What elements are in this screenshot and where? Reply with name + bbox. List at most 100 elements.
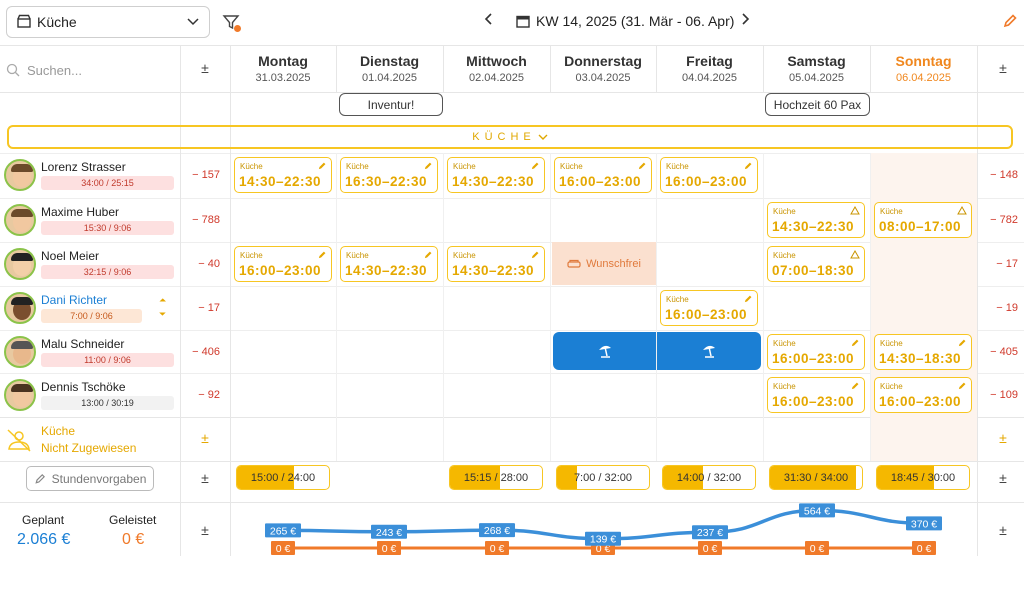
pencil-icon[interactable]	[423, 161, 433, 173]
collapse-all-button[interactable]: ±	[195, 60, 215, 76]
employee-row[interactable]: Maxime Huber 15:30 / 9:06	[0, 198, 180, 242]
pencil-icon[interactable]	[743, 294, 753, 306]
event-inventur[interactable]: Inventur!	[339, 93, 443, 116]
reorder-arrows-icon[interactable]: ⏶ ⏷	[159, 293, 166, 321]
shift-card[interactable]: Küche 16:00–23:00	[660, 290, 758, 326]
location-select[interactable]: Küche	[6, 6, 210, 38]
shift-card[interactable]: Küche 16:00–23:00	[874, 377, 972, 413]
shift-card[interactable]: Küche 07:00–18:30	[767, 246, 865, 282]
day-header-tuesday: Dienstag 01.04.2025	[359, 53, 420, 84]
day-header-friday: Freitag 04.04.2025	[681, 53, 738, 84]
shift-card[interactable]: Küche 14:30–22:30	[767, 202, 865, 238]
pencil-icon[interactable]	[850, 338, 860, 350]
department-toggle[interactable]: KÜCHE	[7, 125, 1013, 149]
data-label: 243 €	[371, 524, 407, 539]
day-hours-total: 7:00 / 32:00	[556, 465, 650, 490]
shift-label: Küche	[453, 251, 476, 260]
shift-label: Küche	[240, 162, 263, 171]
employee-row[interactable]: Lorenz Strasser 34:00 / 25:15	[0, 153, 180, 197]
pencil-icon[interactable]	[850, 381, 860, 393]
shift-card[interactable]: Küche 14:30–22:30	[447, 157, 545, 193]
shift-card[interactable]: Küche 08:00–17:00	[874, 202, 972, 238]
shift-card[interactable]: Küche 16:00–23:00	[660, 157, 758, 193]
pencil-icon[interactable]	[743, 161, 753, 173]
svg-text:370 €: 370 €	[911, 518, 937, 530]
edit-button[interactable]	[1002, 13, 1018, 34]
employee-row[interactable]: Noel Meier 32:15 / 9:06	[0, 242, 180, 286]
employee-name: Lorenz Strasser	[41, 160, 126, 174]
shift-card[interactable]: Küche 16:00–23:00	[767, 334, 865, 370]
totals-right-toggle[interactable]: ±	[993, 470, 1013, 486]
employee-name: Dennis Tschöke	[41, 380, 126, 394]
day-hours-total: 18:45 / 30:00	[876, 465, 970, 490]
balance-end: − 782	[990, 214, 1018, 226]
filter-button[interactable]	[222, 13, 242, 33]
employee-name: Malu Schneider	[41, 337, 125, 351]
warning-icon[interactable]	[850, 249, 860, 261]
balance-start: − 406	[192, 346, 220, 358]
unassigned-add-right-button[interactable]: ±	[993, 430, 1013, 446]
shift-label: Küche	[880, 339, 903, 348]
unassigned-row-header: Küche Nicht Zugewiesen	[6, 423, 176, 457]
pencil-icon[interactable]	[957, 338, 967, 350]
planned-label: Geplant	[22, 513, 65, 527]
warning-icon[interactable]	[957, 205, 967, 217]
wish-free-cell[interactable]: Wunschfrei	[552, 242, 656, 285]
avatar	[4, 248, 36, 280]
unassigned-title: Küche	[41, 424, 76, 438]
shift-time: 07:00–18:30	[772, 263, 855, 278]
pencil-icon[interactable]	[317, 161, 327, 173]
chevron-down-icon	[538, 134, 548, 140]
collapse-right-button[interactable]: ±	[993, 60, 1013, 76]
balance-end: − 405	[990, 346, 1018, 358]
day-header-thursday: Donnerstag 03.04.2025	[564, 53, 642, 84]
stundenvorgaben-button[interactable]: Stundenvorgaben	[26, 466, 154, 491]
pencil-icon[interactable]	[530, 161, 540, 173]
avatar	[4, 159, 36, 191]
data-label: 0 €	[377, 541, 401, 555]
svg-text:0 €: 0 €	[917, 543, 932, 555]
shift-card[interactable]: Küche 14:30–22:30	[234, 157, 332, 193]
shift-label: Küche	[773, 339, 796, 348]
shift-card[interactable]: Küche 14:30–22:30	[340, 246, 438, 282]
unassigned-add-left-button[interactable]: ±	[195, 430, 215, 446]
day-hours-total: 31:30 / 34:00	[769, 465, 863, 490]
totals-left-toggle[interactable]: ±	[195, 470, 215, 486]
shift-card[interactable]: Küche 16:30–22:30	[340, 157, 438, 193]
employee-row[interactable]: Malu Schneider 11:00 / 9:06	[0, 330, 180, 374]
prev-week-button[interactable]	[484, 12, 494, 31]
search-input[interactable]: Suchen...	[27, 63, 82, 78]
vacation-block-friday[interactable]	[657, 332, 761, 370]
day-header-saturday: Samstag 05.04.2025	[787, 53, 846, 84]
pencil-icon[interactable]	[423, 250, 433, 262]
balance-start: − 788	[192, 214, 220, 226]
shift-label: Küche	[240, 251, 263, 260]
shift-card[interactable]: Küche 16:00–23:00	[554, 157, 652, 193]
employee-row[interactable]: Dennis Tschöke 13:00 / 30:19	[0, 373, 180, 417]
data-label: 0 €	[912, 541, 936, 555]
chart-left-toggle[interactable]: ±	[195, 522, 215, 538]
chart-right-toggle[interactable]: ±	[993, 522, 1013, 538]
chevron-right-icon	[742, 13, 750, 25]
pencil-icon[interactable]	[957, 381, 967, 393]
next-week-button[interactable]	[740, 12, 750, 31]
event-hochzeit[interactable]: Hochzeit 60 Pax	[765, 93, 870, 116]
warning-icon[interactable]	[850, 205, 860, 217]
data-label: 237 €	[692, 525, 728, 540]
vacation-block-thursday[interactable]	[553, 332, 656, 370]
pencil-icon[interactable]	[317, 250, 327, 262]
search-field[interactable]: Suchen...	[6, 60, 176, 80]
employee-row[interactable]: Dani Richter 7:00 / 9:06 ⏶ ⏷	[0, 286, 180, 330]
shift-card[interactable]: Küche 14:30–22:30	[447, 246, 545, 282]
avatar	[4, 379, 36, 411]
pencil-icon[interactable]	[530, 250, 540, 262]
shift-card[interactable]: Küche 16:00–23:00	[767, 377, 865, 413]
shift-card[interactable]: Küche 16:00–23:00	[234, 246, 332, 282]
shift-time: 14:30–22:30	[452, 174, 535, 189]
week-picker[interactable]: KW 14, 2025 (31. Mär - 06. Apr)	[516, 13, 734, 29]
shift-card[interactable]: Küche 14:30–18:30	[874, 334, 972, 370]
pencil-icon[interactable]	[637, 161, 647, 173]
day-hours-total: 14:00 / 32:00	[662, 465, 756, 490]
shift-time: 16:00–23:00	[665, 307, 748, 322]
planned-value: 2.066 €	[17, 531, 71, 548]
